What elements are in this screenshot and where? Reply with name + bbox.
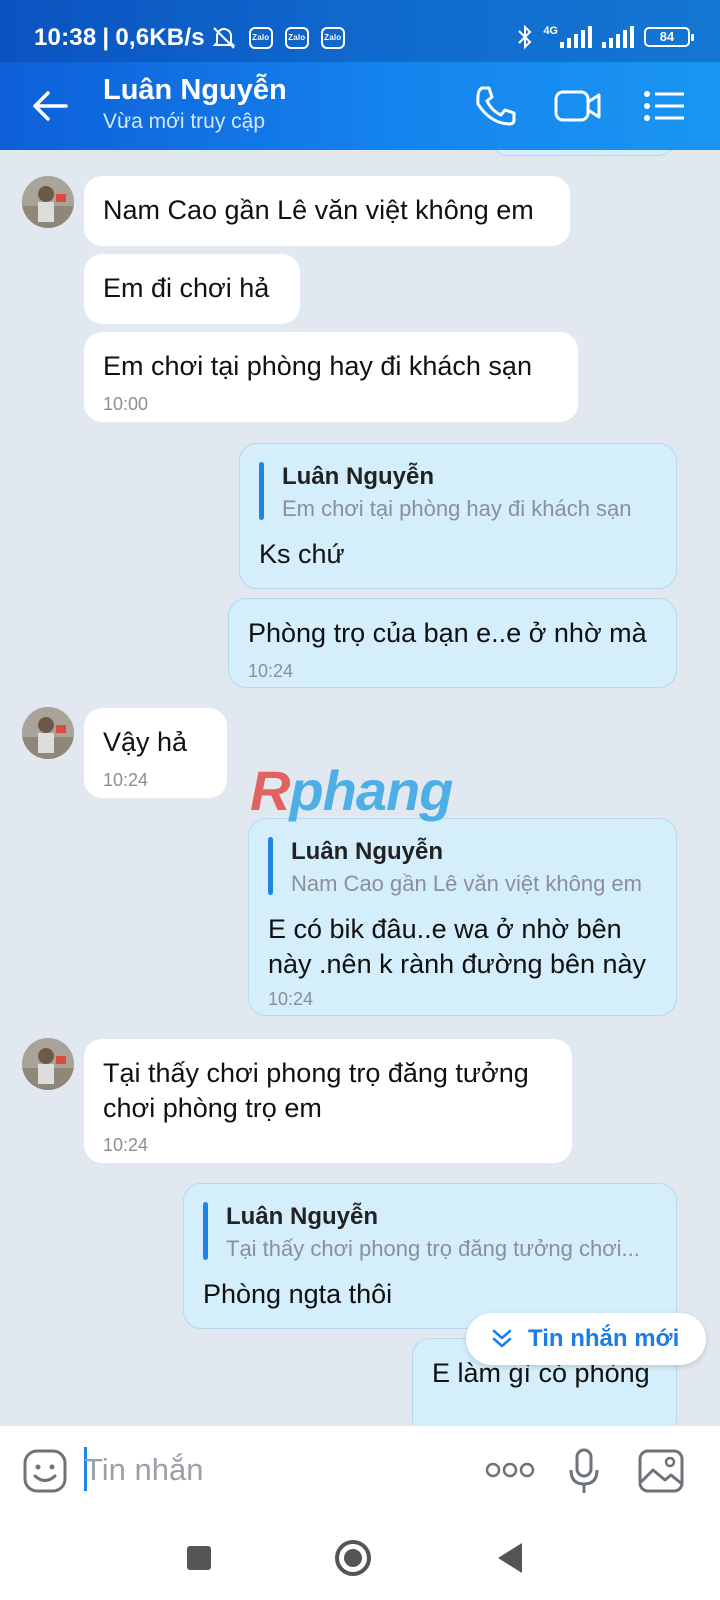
recents-nav-icon[interactable] <box>174 1533 224 1583</box>
quote-text: Nam Cao gần Lê văn việt không em <box>291 871 642 896</box>
zalo-notification-icon: Zalo <box>320 27 345 49</box>
battery-indicator: 84 <box>644 27 694 47</box>
bluetooth-icon <box>518 24 532 50</box>
message-bubble-incoming[interactable]: Tại thấy chơi phong trọ đăng tưởng chơi … <box>84 1039 572 1163</box>
message-time: 10:24 <box>268 989 314 1009</box>
message-bubble-outgoing[interactable]: Luân Nguyễn Tại thấy chơi phong trọ đăng… <box>183 1183 677 1329</box>
message-text: Phòng ngta thôi <box>203 1279 393 1309</box>
status-left: 10:38 | 0,6KB/s Zalo Zalo Zalo <box>34 24 345 52</box>
message-bubble-outgoing[interactable]: Phòng trọ của bạn e..e ở nhờ mà 10:24 <box>228 598 677 688</box>
message-bubble-incoming[interactable]: Em chơi tại phòng hay đi khách sạn 10:00 <box>84 332 578 422</box>
message-text-line-2: chơi phòng trọ em <box>103 1093 322 1123</box>
quote-author: Luân Nguyễn <box>282 463 435 490</box>
message-time: 10:24 <box>103 770 149 790</box>
message-time: 10:00 <box>103 394 149 414</box>
message-text: Vậy hả <box>103 727 188 757</box>
message-input[interactable] <box>84 1444 464 1496</box>
presence-status: Vừa mới truy cập <box>103 110 266 133</box>
avatar[interactable] <box>22 1038 74 1090</box>
message-time: 10:24 <box>248 661 294 681</box>
message-bubble-incoming[interactable]: Em đi chơi hả <box>84 254 300 324</box>
quote-bar <box>259 462 264 520</box>
avatar[interactable] <box>22 176 74 228</box>
system-nav-bar <box>0 1515 720 1600</box>
signal-icon-2 <box>602 26 634 48</box>
message-text-line-1: Tại thấy chơi phong trọ đăng tưởng <box>103 1058 529 1088</box>
avatar[interactable] <box>22 707 74 759</box>
composer-bar <box>0 1425 720 1515</box>
contact-name[interactable]: Luân Nguyễn <box>103 74 287 107</box>
message-bubble-incoming[interactable]: Nam Cao gần Lê văn việt không em <box>84 176 570 246</box>
menu-list-icon[interactable] <box>640 82 690 130</box>
message-bubble-incoming[interactable]: Vậy hả 10:24 <box>84 708 227 798</box>
quote-bar <box>203 1202 208 1260</box>
new-message-button[interactable]: Tin nhắn mới <box>466 1313 706 1365</box>
status-speed: 0,6KB/s <box>115 24 205 51</box>
status-separator: | <box>102 24 110 51</box>
zalo-notification-icon: Zalo <box>284 27 309 49</box>
message-text-line-2: này .nên k rành đường bên này <box>268 949 647 979</box>
message-time: 10:24 <box>103 1135 149 1155</box>
watermark-part-1: R <box>250 759 290 822</box>
message-text: Nam Cao gần Lê văn việt không em <box>103 195 534 225</box>
video-call-icon[interactable] <box>553 82 603 130</box>
message-text: Phòng trọ của bạn e..e ở nhờ mà <box>248 618 647 648</box>
message-text: Em đi chơi hả <box>103 273 270 303</box>
top-bar: 10:38 | 0,6KB/s Zalo Zalo Zalo 4G 84 Luâ… <box>0 0 720 150</box>
message-bubble-outgoing[interactable]: Luân Nguyễn Nam Cao gần Lê văn việt khôn… <box>248 818 677 1016</box>
quote-author: Luân Nguyễn <box>226 1203 379 1230</box>
quote-text: Tại thấy chơi phong trọ đăng tưởng chơi.… <box>226 1236 640 1261</box>
quote-bar <box>268 837 273 895</box>
chat-header: Luân Nguyễn Vừa mới truy cập <box>0 62 720 150</box>
message-bubble-outgoing[interactable]: Luân Nguyễn Em chơi tại phòng hay đi khá… <box>239 443 677 589</box>
new-message-label: Tin nhắn mới <box>528 1325 680 1352</box>
message-text: Ks chứ <box>259 539 345 569</box>
network-type: 4G <box>543 25 558 37</box>
image-gallery-icon[interactable] <box>637 1448 685 1494</box>
quote-text: Em chơi tại phòng hay đi khách sạn <box>282 496 632 521</box>
status-bar: 10:38 | 0,6KB/s Zalo Zalo Zalo 4G 84 <box>0 0 720 62</box>
message-bubble-partial[interactable] <box>490 150 676 156</box>
phone-icon[interactable] <box>470 82 520 130</box>
avatar-image <box>22 707 74 759</box>
back-nav-icon[interactable] <box>486 1533 536 1583</box>
chevron-double-down-icon <box>492 1329 512 1348</box>
signal-icon <box>560 26 592 48</box>
home-nav-icon[interactable] <box>328 1533 378 1583</box>
watermark-part-2: phang <box>289 759 453 822</box>
back-arrow-icon[interactable] <box>28 84 72 128</box>
avatar-image <box>22 1038 74 1090</box>
status-time: 10:38 <box>34 24 97 51</box>
zalo-notification-icon: Zalo <box>248 27 273 49</box>
message-list[interactable]: Nam Cao gần Lê văn việt không em Em đi c… <box>0 150 720 1425</box>
status-right: 4G 84 <box>517 24 694 50</box>
quote-author: Luân Nguyễn <box>291 838 444 865</box>
message-text-line-1: E có bik đâu..e wa ở nhờ bên <box>268 914 622 944</box>
message-text: Em chơi tại phòng hay đi khách sạn <box>103 351 532 381</box>
emoji-icon[interactable] <box>22 1448 68 1494</box>
microphone-icon[interactable] <box>566 1448 602 1496</box>
mute-bell-icon <box>212 27 236 49</box>
watermark-logo: Rphang <box>250 758 453 823</box>
more-dots-icon[interactable] <box>485 1460 535 1480</box>
avatar-image <box>22 176 74 228</box>
